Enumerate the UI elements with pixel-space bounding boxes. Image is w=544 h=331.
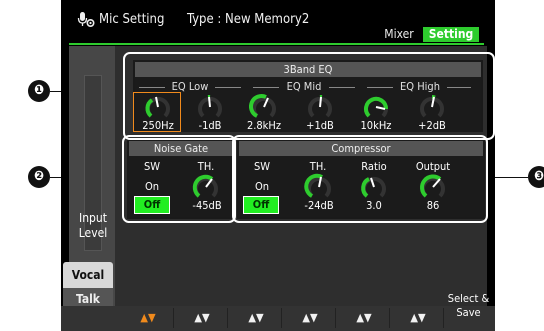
type-label: Type : New Memory2: [187, 12, 310, 27]
input-level-label: Input Level: [78, 211, 108, 240]
tab-setting[interactable]: Setting: [423, 27, 479, 42]
bottom-button-5[interactable]: ▲▼: [339, 308, 390, 328]
tab-mixer[interactable]: Mixer: [377, 27, 421, 42]
compressor-highlight-frame: [232, 135, 488, 223]
bottom-button-2[interactable]: ▲▼: [177, 308, 228, 328]
callout-2: ❷: [28, 166, 50, 188]
mic-settings-icon: [77, 12, 95, 28]
bottom-button-1[interactable]: ▲▼: [123, 308, 174, 328]
bottom-button-3[interactable]: ▲▼: [231, 308, 282, 328]
callout-1: ❶: [28, 80, 50, 102]
page-title: Mic Setting: [99, 12, 165, 27]
callout-3: ❸: [528, 166, 544, 188]
title-underline: [69, 43, 484, 45]
select-save-button[interactable]: Select & Save: [446, 292, 491, 320]
noise-gate-highlight-frame: [122, 135, 236, 223]
titlebar: Mic Setting Type : New Memory2 Mixer Set…: [61, 0, 495, 44]
eq-highlight-frame: [123, 52, 495, 140]
vocal-button[interactable]: Vocal: [63, 262, 113, 288]
bottom-button-6[interactable]: ▲▼: [393, 308, 444, 328]
mic-setting-screen: Mic Setting Type : New Memory2 Mixer Set…: [61, 0, 495, 331]
bottom-button-4[interactable]: ▲▼: [285, 308, 336, 328]
